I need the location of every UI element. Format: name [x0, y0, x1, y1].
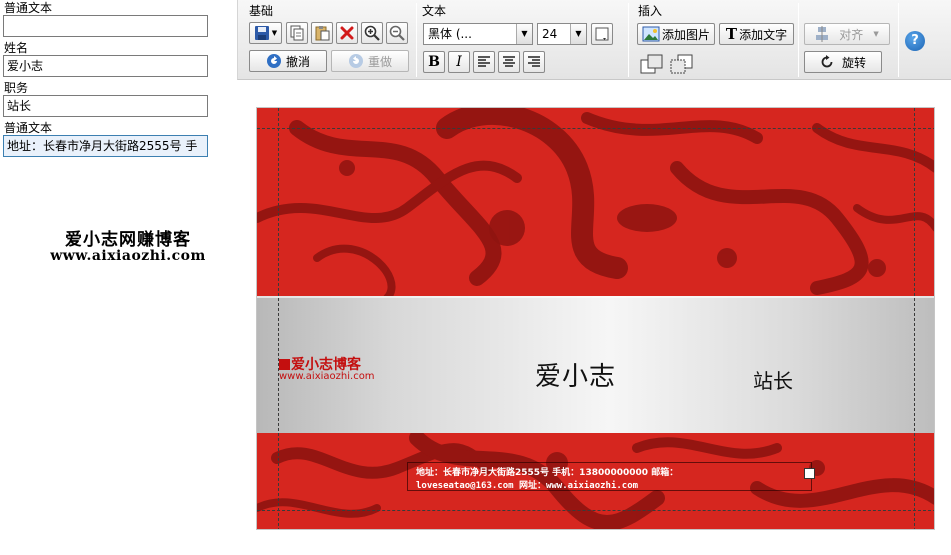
- field-label-text1: 普通文本: [4, 1, 53, 15]
- card-info-line2: loveseatao@163.com 网址：www.aixiaozhi.com: [416, 481, 639, 491]
- insert-group: 插入 添加图片 T 添加文字: [630, 0, 798, 80]
- delete-button[interactable]: [336, 22, 358, 44]
- card-title-text[interactable]: 站长: [753, 365, 793, 394]
- group-divider: [898, 3, 899, 77]
- card-canvas[interactable]: 爱小志博客 www.aixiaozhi.com 爱小志 站长 地址：长春市净月大…: [256, 107, 935, 530]
- font-family-select[interactable]: 黑体 (... ▼: [423, 23, 533, 45]
- undo-icon: [266, 53, 282, 69]
- zoom-in-button[interactable]: [361, 22, 383, 44]
- basic-group-title: 基础: [249, 4, 274, 18]
- rotate-icon: [820, 55, 834, 69]
- paste-button[interactable]: [311, 22, 333, 44]
- align-objects-icon: [815, 26, 829, 42]
- font-size-value: 24: [542, 27, 558, 41]
- paste-icon: [314, 25, 330, 41]
- font-size-select[interactable]: 24 ▼: [537, 23, 587, 45]
- rotate-label: 旋转: [841, 55, 866, 70]
- logo-url: www.aixiaozhi.com: [279, 371, 375, 382]
- align-right-icon: [527, 56, 541, 68]
- align-center-button[interactable]: [498, 51, 520, 73]
- text-t-icon: T: [725, 25, 738, 43]
- bold-button[interactable]: B: [423, 51, 445, 73]
- font-color-button[interactable]: [591, 23, 613, 45]
- guide-line: [257, 510, 934, 511]
- field-form-panel: 普通文本 姓名 爱小志 职务 站长 普通文本 地址：长春市净月大街路2555号 …: [0, 0, 236, 555]
- title-input[interactable]: 站长: [3, 95, 208, 117]
- chevron-down-icon: ▼: [873, 30, 879, 38]
- copy-icon: [289, 25, 305, 41]
- watermark-url: www.aixiaozhi.com: [50, 248, 206, 264]
- logo-badge-icon: [279, 359, 290, 370]
- group-divider: [798, 3, 799, 77]
- rotate-button[interactable]: 旋转: [804, 51, 882, 73]
- redo-label: 重做: [367, 54, 392, 69]
- insert-group-title: 插入: [638, 4, 663, 18]
- resize-handle[interactable]: [804, 468, 815, 479]
- add-image-label: 添加图片: [661, 27, 710, 42]
- name-input[interactable]: 爱小志: [3, 55, 208, 77]
- align-label: 对齐: [839, 27, 864, 42]
- card-info-line1: 地址：长春市净月大街路2555号 手机：13800000000 邮箱：: [416, 468, 679, 478]
- card-info-textbox[interactable]: 地址：长春市净月大街路2555号 手机：13800000000 邮箱： love…: [407, 462, 812, 491]
- guide-line: [257, 128, 934, 129]
- redo-button[interactable]: 重做: [331, 50, 409, 72]
- zoom-out-icon: [389, 25, 405, 41]
- editor-toolbar: 基础 ▼ 撤消 重做 文本 黑体 (... ▼ 24 ▼ B I 插入 添加图片…: [237, 0, 951, 80]
- bring-forward-icon: [640, 54, 663, 74]
- align-button[interactable]: 对齐 ▼: [804, 23, 890, 45]
- watermark-title: 爱小志网赚博客: [65, 230, 191, 250]
- arrange-group: 对齐 ▼ 旋转: [800, 0, 900, 80]
- zoom-in-icon: [364, 25, 380, 41]
- bring-forward-button[interactable]: [639, 53, 665, 75]
- help-button[interactable]: ?: [905, 31, 925, 51]
- card-designer-app: 普通文本 姓名 爱小志 职务 站长 普通文本 地址：长春市净月大街路2555号 …: [0, 0, 951, 555]
- group-divider: [628, 3, 629, 77]
- copy-button[interactable]: [286, 22, 308, 44]
- align-right-button[interactable]: [523, 51, 545, 73]
- send-backward-icon: [670, 54, 693, 74]
- send-backward-button[interactable]: [669, 53, 695, 75]
- save-icon: [254, 25, 270, 41]
- field-label-name: 姓名: [4, 41, 29, 55]
- undo-button[interactable]: 撤消: [249, 50, 327, 72]
- color-swatch-icon: [595, 27, 609, 41]
- italic-label: I: [456, 54, 462, 70]
- bold-label: B: [428, 54, 440, 70]
- text-group: 文本 黑体 (... ▼ 24 ▼ B I: [418, 0, 628, 80]
- chevron-down-icon: ▼: [516, 24, 532, 44]
- align-center-icon: [502, 56, 516, 68]
- undo-label: 撤消: [285, 54, 310, 69]
- card-logo[interactable]: 爱小志博客 www.aixiaozhi.com: [279, 354, 389, 388]
- add-text-label: 添加文字: [739, 27, 788, 42]
- address-input[interactable]: 地址：长春市净月大街路2555号 手: [3, 135, 208, 157]
- zoom-out-button[interactable]: [386, 22, 408, 44]
- text1-input[interactable]: [3, 15, 208, 37]
- card-name-text[interactable]: 爱小志: [535, 356, 616, 393]
- group-divider: [416, 3, 417, 77]
- guide-line: [278, 108, 279, 529]
- italic-button[interactable]: I: [448, 51, 470, 73]
- save-dropdown-arrow-icon: ▼: [271, 29, 278, 37]
- field-label-title: 职务: [4, 81, 29, 95]
- basic-group: 基础 ▼ 撤消 重做: [238, 0, 416, 80]
- add-text-button[interactable]: T 添加文字: [719, 23, 794, 45]
- text-group-title: 文本: [422, 4, 447, 18]
- delete-icon: [340, 26, 354, 40]
- guide-line: [914, 108, 915, 529]
- add-image-button[interactable]: 添加图片: [637, 23, 715, 45]
- align-left-icon: [477, 56, 491, 68]
- save-button[interactable]: ▼: [249, 22, 282, 44]
- font-family-value: 黑体 (...: [428, 27, 472, 41]
- align-left-button[interactable]: [473, 51, 495, 73]
- redo-icon: [348, 53, 364, 69]
- field-label-text2: 普通文本: [4, 121, 53, 135]
- chevron-down-icon: ▼: [570, 24, 586, 44]
- image-icon: [642, 26, 660, 42]
